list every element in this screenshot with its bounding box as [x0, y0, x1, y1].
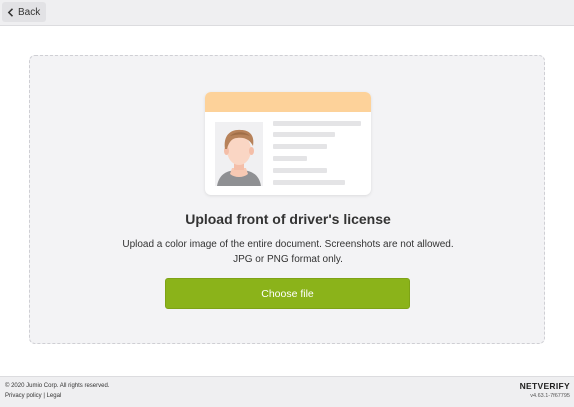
- privacy-policy-link[interactable]: Privacy policy: [5, 393, 42, 399]
- footer-separator: |: [43, 393, 45, 399]
- back-button[interactable]: Back: [2, 2, 47, 22]
- brand-logo: NETVERIFY: [519, 381, 570, 391]
- version-label: v4.63.1-7f67795: [530, 393, 570, 399]
- license-text-line: [273, 180, 345, 185]
- upload-title: Upload front of driver's license: [185, 211, 391, 227]
- drivers-license-illustration: [205, 92, 371, 195]
- upload-description: Upload a color image of the entire docum…: [122, 239, 454, 265]
- footer-links: Privacy policy | Legal: [5, 393, 61, 399]
- footer: © 2020 Jumio Corp. All rights reserved. …: [0, 376, 574, 407]
- upload-dropzone[interactable]: Upload front of driver's license Upload …: [29, 55, 545, 344]
- back-button-label: Back: [18, 6, 41, 18]
- chevron-left-icon: [7, 7, 14, 17]
- copyright-text: © 2020 Jumio Corp. All rights reserved.: [5, 383, 110, 389]
- top-bar: Back: [0, 0, 574, 26]
- license-header-band: [205, 92, 371, 112]
- license-text-line: [273, 156, 307, 161]
- license-text-line: [273, 144, 327, 149]
- legal-link[interactable]: Legal: [47, 393, 62, 399]
- choose-file-button[interactable]: Choose file: [165, 278, 410, 309]
- license-text-line: [273, 121, 361, 126]
- license-text-line: [273, 132, 335, 137]
- license-text-line: [273, 168, 327, 173]
- person-avatar-icon: [215, 122, 263, 186]
